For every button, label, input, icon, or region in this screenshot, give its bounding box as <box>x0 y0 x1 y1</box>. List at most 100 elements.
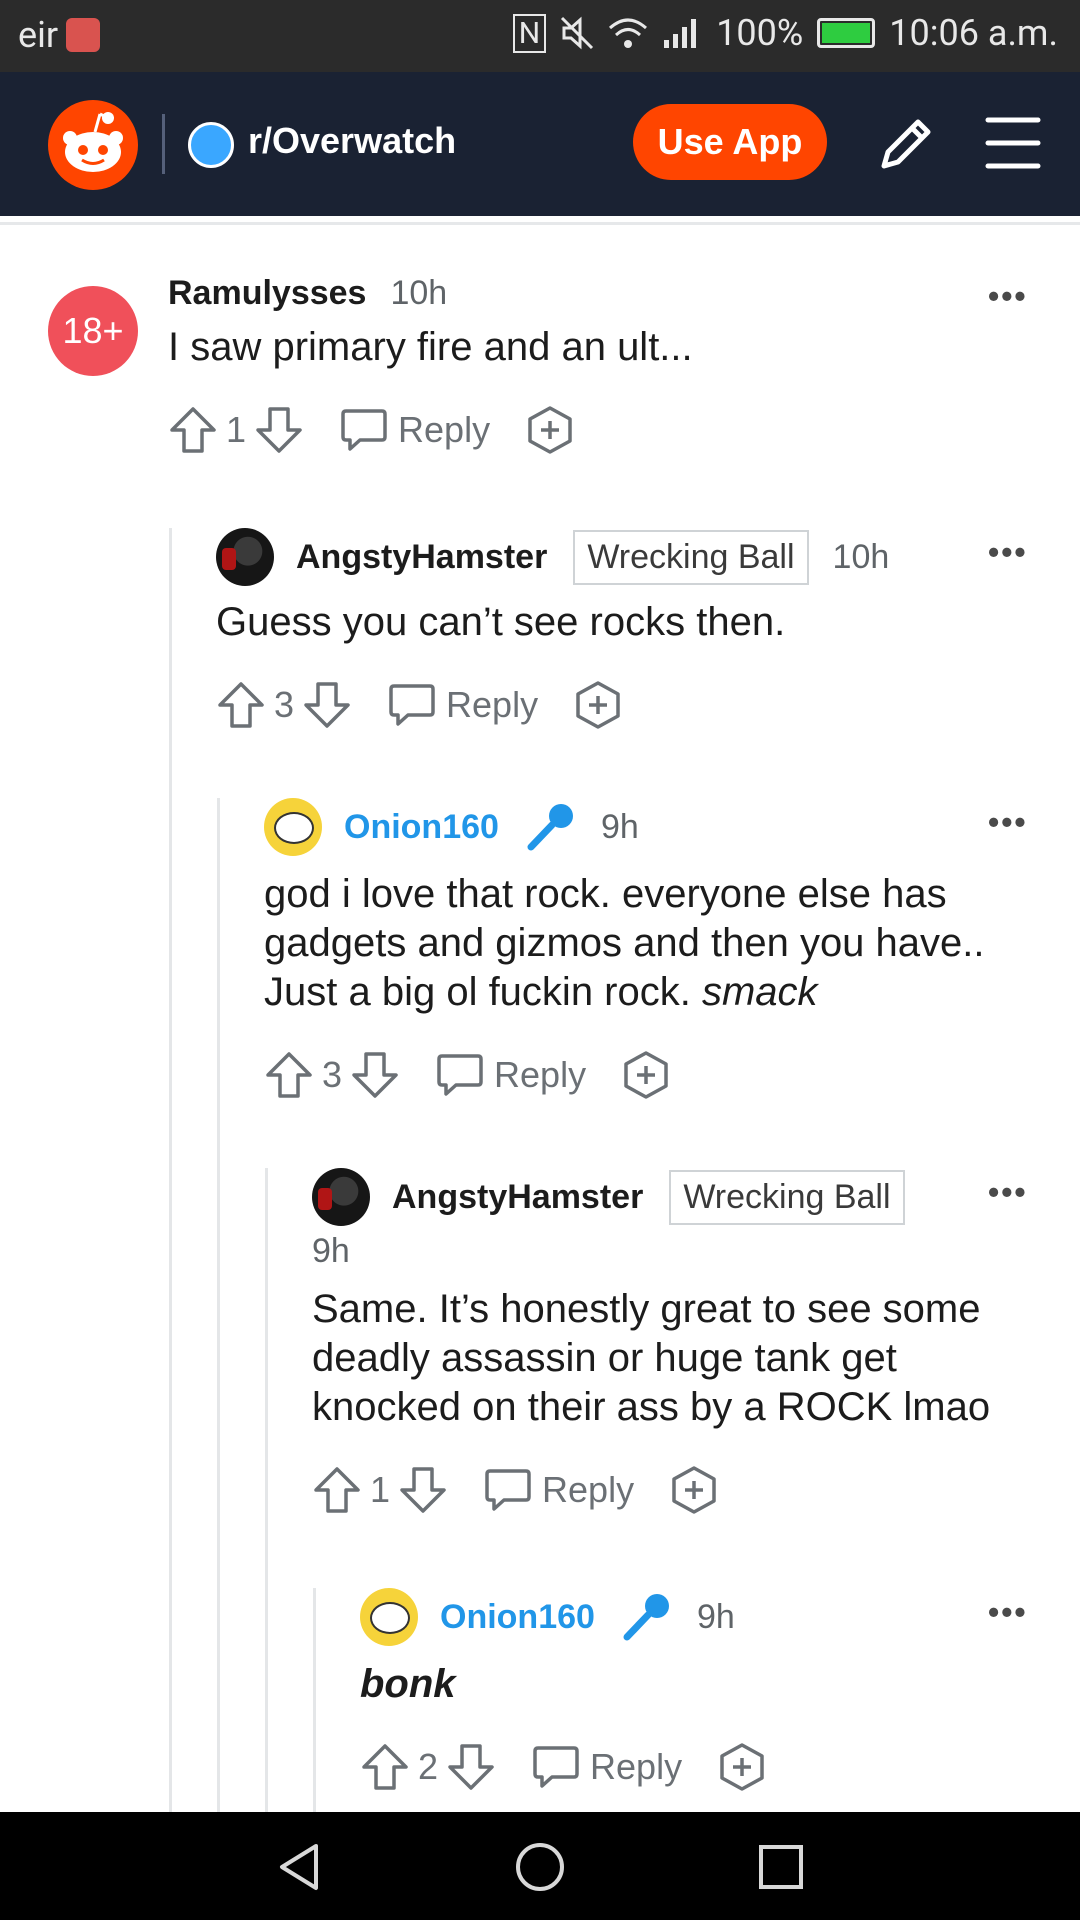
mute-icon <box>561 16 594 50</box>
comment-text: bonk <box>360 1662 456 1706</box>
comment-time: 10h <box>832 537 890 576</box>
notification-icon <box>66 18 101 52</box>
use-app-button[interactable]: Use App <box>633 104 827 180</box>
reply-label: Reply <box>494 1054 587 1095</box>
downvote-icon[interactable] <box>350 1050 400 1100</box>
wifi-icon <box>609 18 648 48</box>
more-options-icon[interactable]: ••• <box>988 804 1028 841</box>
more-options-icon[interactable]: ••• <box>988 534 1028 571</box>
downvote-icon[interactable] <box>398 1465 448 1515</box>
comment-actions: 1 Reply <box>168 400 1028 460</box>
back-icon[interactable] <box>272 1840 326 1894</box>
home-icon[interactable] <box>513 1840 567 1894</box>
thread-line <box>313 1588 316 1812</box>
award-icon[interactable] <box>574 680 622 730</box>
award-icon[interactable] <box>526 405 574 455</box>
reply-button[interactable]: Reply <box>436 1052 586 1098</box>
comment-time: 9h <box>312 1232 350 1270</box>
pencil-icon[interactable] <box>874 112 938 176</box>
carrier-label: eir <box>18 14 59 56</box>
subreddit-name[interactable]: r/Overwatch <box>248 120 456 162</box>
clock: 10:06 a.m. <box>889 12 1058 54</box>
vote-score: 1 <box>226 409 247 450</box>
microphone-icon <box>527 804 573 851</box>
user-flair: Wrecking Ball <box>573 529 809 585</box>
vote-score: 1 <box>370 1469 391 1510</box>
downvote-icon[interactable] <box>446 1742 496 1792</box>
user-flair: Wrecking Ball <box>669 1169 905 1225</box>
comment-text: god i love that rock. everyone else has … <box>264 872 985 1014</box>
comment: Ramulysses 10h I saw primary fire and an… <box>168 274 1028 460</box>
comment-bubble-icon <box>533 1746 579 1788</box>
comment-time: 9h <box>600 807 639 846</box>
nfc-icon: N <box>512 13 547 53</box>
more-options-icon[interactable]: ••• <box>988 1174 1028 1211</box>
comment-author[interactable]: Onion160 <box>440 1598 595 1637</box>
thread-line <box>265 1168 268 1812</box>
upvote-icon[interactable] <box>360 1742 410 1792</box>
comment-bubble-icon <box>437 1054 483 1096</box>
header-separator <box>0 222 1080 225</box>
comment-time: 10h <box>390 274 448 312</box>
subreddit-icon[interactable] <box>188 122 234 168</box>
app-header: r/Overwatch Use App <box>0 72 1080 216</box>
comment-bubble-icon <box>485 1469 531 1511</box>
comment-author[interactable]: Ramulysses <box>168 274 366 313</box>
recents-icon[interactable] <box>754 1840 808 1894</box>
thread-line <box>217 798 220 1812</box>
thread-line <box>169 528 172 1812</box>
comment-body: Same. It’s honestly great to see some de… <box>312 1287 991 1429</box>
reply-button[interactable]: Reply <box>340 407 490 453</box>
more-options-icon[interactable]: ••• <box>988 1594 1028 1631</box>
award-icon[interactable] <box>670 1465 718 1515</box>
more-options-icon[interactable]: ••• <box>988 278 1028 315</box>
status-bar: eir N 100% 10:06 a.m. <box>0 0 1080 72</box>
comment-author[interactable]: Onion160 <box>344 808 499 847</box>
menu-icon[interactable] <box>982 114 1044 172</box>
comment-body: god i love that rock. everyone else has … <box>264 870 1024 1017</box>
comment-bubble-icon <box>341 409 387 451</box>
upvote-icon[interactable] <box>312 1465 362 1515</box>
vote-score: 3 <box>274 684 295 725</box>
signal-icon <box>664 19 697 48</box>
avatar[interactable] <box>264 798 322 856</box>
reply-button[interactable]: Reply <box>388 682 538 728</box>
avatar[interactable] <box>312 1168 370 1226</box>
reply-button[interactable]: Reply <box>532 1744 682 1790</box>
avatar[interactable] <box>360 1588 418 1646</box>
avatar[interactable] <box>216 528 274 586</box>
award-icon[interactable] <box>622 1050 670 1100</box>
downvote-icon[interactable] <box>254 405 304 455</box>
comment-author[interactable]: AngstyHamster <box>296 538 547 577</box>
comment-actions: 3 Reply <box>216 675 1036 735</box>
comment: Onion160 9h god i love that rock. everyo… <box>264 798 1024 1105</box>
reply-button[interactable]: Reply <box>484 1467 634 1513</box>
comment-author[interactable]: AngstyHamster <box>392 1178 643 1217</box>
reply-label: Reply <box>542 1469 635 1510</box>
award-icon[interactable] <box>718 1742 766 1792</box>
reply-label: Reply <box>446 684 539 725</box>
reddit-logo-icon[interactable] <box>48 100 138 190</box>
comment-body: bonk <box>360 1660 1030 1709</box>
comment-actions: 1 Reply <box>312 1460 1032 1520</box>
header-divider <box>162 114 165 174</box>
system-nav-bar <box>0 1812 1080 1920</box>
comment-body: Guess you can’t see rocks then. <box>216 600 786 644</box>
comment: AngstyHamster Wrecking Ball 10h Guess yo… <box>216 528 1036 735</box>
upvote-icon[interactable] <box>216 680 266 730</box>
battery-icon <box>817 18 876 48</box>
comment-text-italic: smack <box>701 970 818 1014</box>
comment-body: I saw primary fire and an ult... <box>168 325 693 369</box>
nsfw-avatar-badge: 18+ <box>48 286 138 376</box>
upvote-icon[interactable] <box>264 1050 314 1100</box>
comment-bubble-icon <box>389 684 435 726</box>
comment: AngstyHamster Wrecking Ball 9h Same. It’… <box>312 1168 1032 1520</box>
vote-score: 3 <box>322 1054 343 1095</box>
reply-label: Reply <box>590 1746 683 1787</box>
battery-label: 100% <box>716 12 804 54</box>
reply-label: Reply <box>398 409 491 450</box>
comment-time: 9h <box>696 1597 735 1636</box>
upvote-icon[interactable] <box>168 405 218 455</box>
downvote-icon[interactable] <box>302 680 352 730</box>
vote-score: 2 <box>418 1746 439 1787</box>
